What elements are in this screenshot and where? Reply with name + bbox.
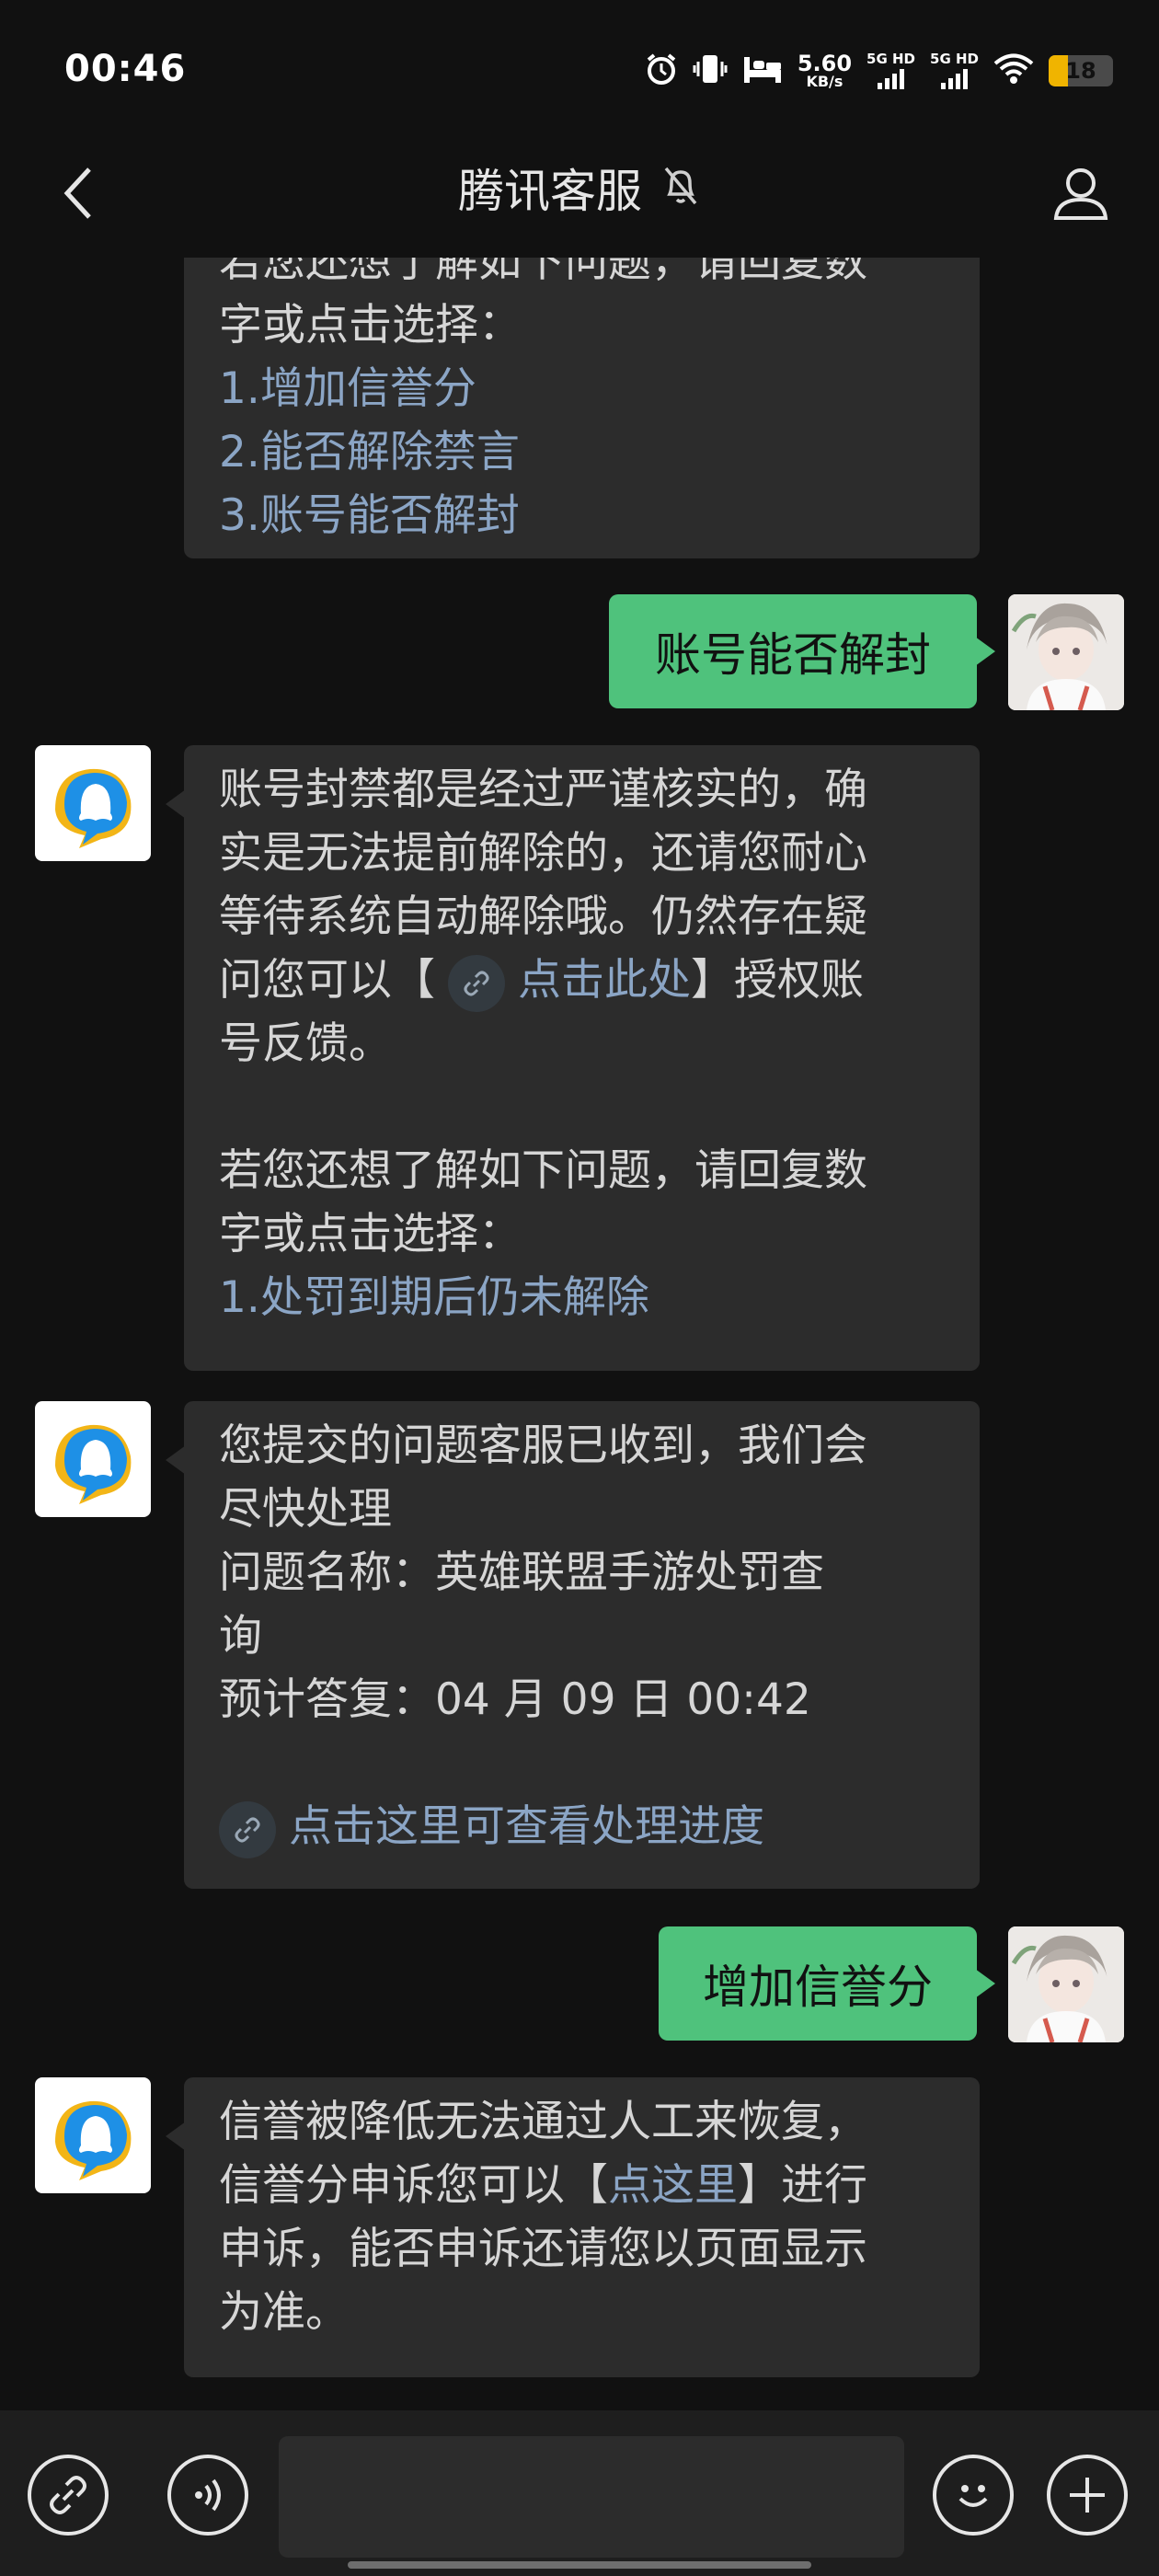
- bot-avatar[interactable]: [35, 2077, 151, 2193]
- message-text-line: 字或点击选择：: [219, 300, 522, 351]
- check-progress-link[interactable]: 点击这里可查看处理进度: [289, 1801, 764, 1852]
- mute-bell-icon: [660, 165, 701, 211]
- signal-1: 5G HD: [866, 52, 915, 89]
- chat-header: 腾讯客服: [0, 129, 1159, 258]
- message-text-line: 申诉，能否申诉还请您以页面显示: [219, 2224, 867, 2274]
- status-bar: 00:46 5.60 KB/s 5G HD 5G HD 18: [0, 0, 1159, 147]
- user-message-bubble: 增加信誉分: [659, 1926, 995, 2041]
- profile-button[interactable]: [1039, 152, 1122, 235]
- user-message-text: 账号能否解封: [655, 628, 931, 682]
- user-message-text: 增加信誉分: [703, 1961, 933, 2014]
- message-text-line: 尽快处理: [219, 1484, 392, 1535]
- message-text-line: 实是无法提前解除的，还请您耐心: [219, 828, 867, 879]
- message-bubble-options: 若您还想了解如下问题，请回复数 字或点击选择： 1.增加信誉分 2.能否解除禁言…: [184, 258, 980, 558]
- plus-icon: [1070, 2478, 1105, 2513]
- vibrate-icon: [693, 52, 728, 89]
- title-wrap: 腾讯客服: [0, 155, 1159, 221]
- message-text-line: 问题名称：英雄联盟手游处罚查: [219, 1547, 824, 1598]
- message-text-line: 等待系统自动解除哦。仍然存在疑: [219, 891, 867, 942]
- user-avatar[interactable]: [1008, 1926, 1124, 2042]
- appeal-link[interactable]: 点这里: [608, 2160, 738, 2211]
- tencent-service-logo-icon: [55, 1424, 132, 1504]
- message-text-line: 字或点击选择：: [219, 1209, 522, 1259]
- message-text-line: 您提交的问题客服已收到，我们会: [219, 1420, 867, 1471]
- message-text-line: 预计答复：04 月 09 日 00:42: [219, 1674, 811, 1725]
- wifi-icon: [993, 53, 1034, 88]
- message-text-line: 为准。: [219, 2287, 349, 2338]
- page-title: 腾讯客服: [458, 165, 642, 218]
- option-link[interactable]: 3.账号能否解封: [219, 484, 945, 547]
- option-link[interactable]: 1.处罚到期后仍未解除: [219, 1266, 945, 1329]
- network-speed-unit: KB/s: [806, 73, 843, 90]
- bot-message-bubble: 账号封禁都是经过严谨核实的，确 实是无法提前解除的，还请您耐心 等待系统自动解除…: [166, 745, 980, 1371]
- message-input[interactable]: [279, 2436, 904, 2558]
- tencent-service-logo-icon: [55, 768, 132, 848]
- signal-1-bars-icon: [878, 69, 905, 89]
- bot-message-bubble: 您提交的问题客服已收到，我们会 尽快处理 问题名称：英雄联盟手游处罚查 询 预计…: [166, 1401, 980, 1889]
- message-text-line: 信誉分申诉您可以【点这里】进行: [219, 2160, 867, 2211]
- bot-avatar[interactable]: [35, 745, 151, 861]
- tencent-service-logo-icon: [55, 2100, 132, 2180]
- battery-icon: 18: [1049, 55, 1113, 86]
- link-icon: [219, 1800, 276, 1858]
- chat-area[interactable]: 若您还想了解如下问题，请回复数 字或点击选择： 1.增加信誉分 2.能否解除禁言…: [0, 258, 1159, 2410]
- emoji-button[interactable]: [933, 2455, 1014, 2536]
- voice-icon: [195, 2478, 221, 2512]
- voice-button[interactable]: [167, 2455, 248, 2536]
- bot-avatar[interactable]: [35, 1401, 151, 1517]
- message-text-line: 账号封禁都是经过严谨核实的，确: [219, 765, 867, 815]
- signal-2-bars-icon: [941, 69, 968, 89]
- signal-2: 5G HD: [930, 52, 979, 89]
- progress-link-row[interactable]: 点击这里可查看处理进度: [206, 1795, 945, 1858]
- link-icon: [448, 954, 505, 1012]
- message-text-line: 问您可以【 点击此处】授权账: [219, 949, 945, 1012]
- user-message-bubble: 账号能否解封: [609, 594, 995, 708]
- person-icon: [1053, 168, 1108, 220]
- link-icon: [50, 2476, 86, 2514]
- user-avatar[interactable]: [1008, 594, 1124, 710]
- message-text-line: 若您还想了解如下问题，请回复数: [219, 1145, 867, 1196]
- signal-2-label: 5G HD: [930, 51, 979, 67]
- sleep-mode-icon: [742, 53, 783, 88]
- home-indicator[interactable]: [348, 2561, 811, 2569]
- emoji-icon: [958, 2485, 988, 2507]
- network-speed: 5.60 KB/s: [798, 52, 852, 89]
- signal-1-label: 5G HD: [866, 51, 916, 67]
- battery-level: 18: [1065, 58, 1096, 84]
- option-link[interactable]: 2.能否解除禁言: [219, 420, 945, 484]
- link-button[interactable]: [28, 2455, 109, 2536]
- authorize-feedback-link[interactable]: 点击此处: [518, 955, 691, 1006]
- alarm-icon: [645, 52, 678, 89]
- status-icons: 5.60 KB/s 5G HD 5G HD 18: [645, 48, 1113, 94]
- option-link[interactable]: 1.增加信誉分: [219, 357, 945, 420]
- more-button[interactable]: [1047, 2455, 1128, 2536]
- status-time: 00:46: [64, 48, 187, 90]
- message-text-line: 询: [219, 1611, 262, 1662]
- bot-message-bubble: 信誉被降低无法通过人工来恢复， 信誉分申诉您可以【点这里】进行 申诉，能否申诉还…: [166, 2077, 980, 2377]
- message-text-line: 号反馈。: [219, 1018, 392, 1069]
- message-text-line: 若您还想了解如下问题，请回复数: [219, 258, 867, 287]
- network-speed-value: 5.60: [797, 51, 853, 76]
- message-text-line: 信誉被降低无法通过人工来恢复，: [219, 2097, 867, 2147]
